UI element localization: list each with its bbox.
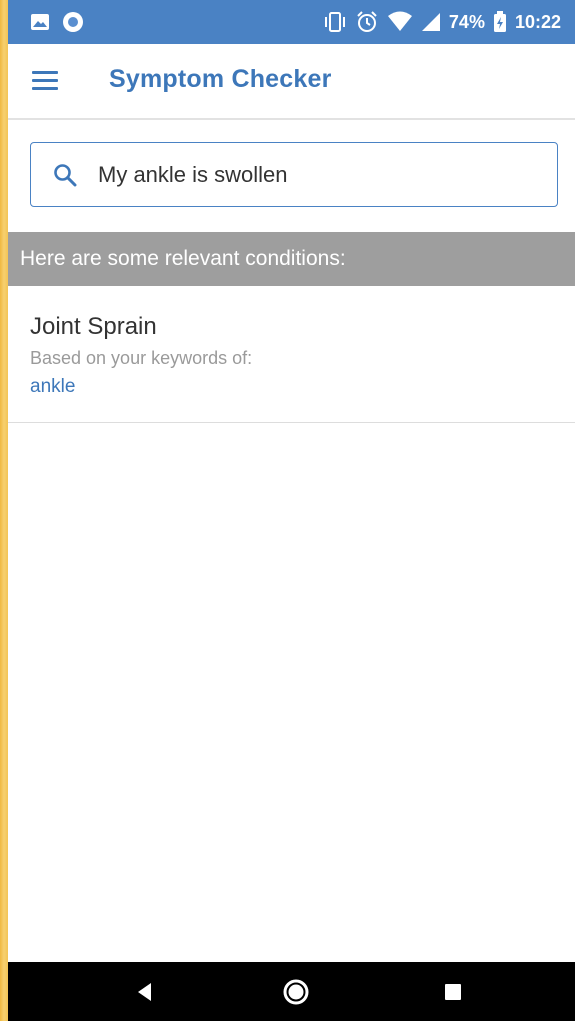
result-title: Joint Sprain [30,313,157,340]
result-item-joint-sprain[interactable]: Joint Sprain Based on your keywords of: … [8,287,575,423]
status-left-icons [30,11,84,38]
result-subtitle: Based on your keywords of: [30,348,253,368]
home-icon[interactable] [266,962,326,1021]
status-bar: 74% 10:22 [8,0,575,44]
status-right-icons: 74% 10:22 [323,0,561,44]
circle-notification-icon [62,11,84,38]
navigation-bar [8,962,575,1021]
search-input[interactable] [98,157,538,193]
phone-screen: 74% 10:22 Symptom Checker My ankle is sw… [8,0,575,1021]
battery-percent: 74% [448,11,485,32]
page-title: Symptom Checker [109,65,332,93]
wifi-icon [387,11,413,33]
vibrate-icon [323,11,347,33]
result-keyword: ankle [30,376,76,397]
clock-time: 10:22 [514,11,561,32]
gallery-icon [30,12,50,37]
signal-icon [421,12,441,32]
search-icon [53,163,77,187]
back-icon[interactable] [115,962,175,1021]
search-box[interactable] [30,142,558,207]
battery-charging-icon [493,11,507,33]
hamburger-menu-icon[interactable] [32,69,60,91]
results-header-text: Here are some relevant conditions: [20,247,346,270]
alarm-icon [355,10,379,34]
app-bar: Symptom Checker [8,44,575,120]
results-header: Here are some relevant conditions: [8,232,575,286]
recents-icon[interactable] [423,962,483,1021]
